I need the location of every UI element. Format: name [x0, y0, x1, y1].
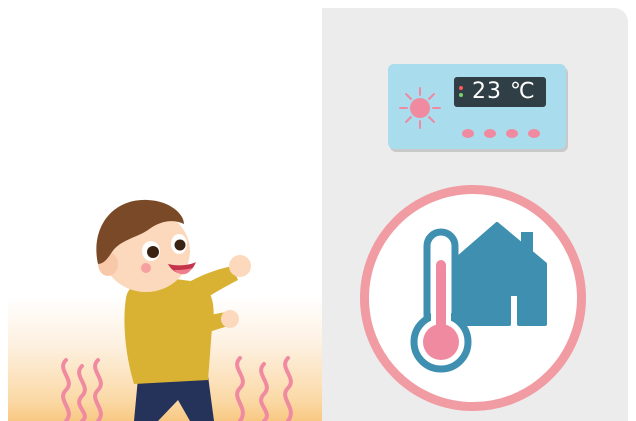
thermostat-button-4[interactable] [528, 129, 540, 138]
thermostat-button-2[interactable] [484, 129, 496, 138]
status-led-green [459, 93, 463, 97]
child-hand-raised [229, 255, 251, 277]
temperature-display: 23 ℃ [454, 77, 546, 107]
house-chimney-icon [521, 232, 533, 256]
child-pupil-left [147, 246, 159, 258]
child-hand-lower [221, 310, 239, 328]
home-temperature-graphic [410, 222, 547, 373]
thermostat-button-3[interactable] [506, 129, 518, 138]
child-illustration [61, 199, 293, 421]
home-temperature-badge [360, 185, 586, 411]
heat-wave [77, 364, 87, 421]
left-illustration-panel [8, 8, 322, 421]
child-cheek [141, 263, 151, 273]
right-info-panel: 23 ℃ [322, 8, 628, 421]
heat-wave [259, 362, 269, 421]
child-pupil-right [174, 239, 186, 251]
heat-wave [61, 358, 71, 421]
thermostat-button-1[interactable] [462, 129, 474, 138]
heat-waves-left [61, 358, 103, 421]
heat-waves-right [235, 356, 293, 421]
thermostat-panel: 23 ℃ [388, 64, 566, 149]
temperature-readout: 23 ℃ [472, 79, 536, 104]
sun-icon [399, 87, 441, 129]
heat-wave [93, 358, 103, 421]
status-led-red [459, 86, 463, 90]
heat-wave [283, 356, 293, 421]
heat-wave [235, 356, 245, 421]
illustration-canvas: 23 ℃ [0, 0, 636, 421]
